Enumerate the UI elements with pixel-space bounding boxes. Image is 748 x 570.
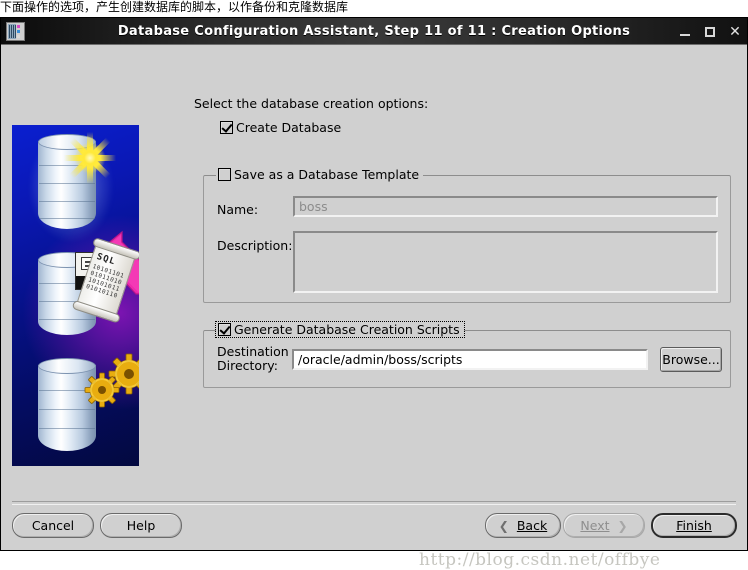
browse-button[interactable]: Browse... [660,347,722,372]
template-description-label: Description: [217,238,293,253]
page-top-note: 下面操作的选项，产生创建数据库的脚本，以作备份和克隆数据库 [0,0,748,16]
db-ring [39,319,95,320]
chevron-left-icon: ❮ [498,518,509,533]
window-body: SQL 10101101010110101010101101010110 Sel… [1,45,747,570]
destination-directory-label-line1: Destination [217,344,289,359]
db-ring [39,218,95,219]
db-ring [39,201,95,202]
help-button[interactable]: Help [100,513,182,538]
watermark-text: http://blog.csdn.net/offbye [419,550,661,570]
template-name-input[interactable]: boss [293,196,718,217]
back-button[interactable]: ❮ Back [485,513,561,538]
maximize-icon[interactable] [704,26,716,38]
finish-button[interactable]: Finish [651,513,737,538]
database-app-icon [6,22,25,41]
save-as-template-label: Save as a Database Template [234,167,420,182]
generate-scripts-title-row[interactable]: Generate Database Creation Scripts [215,321,465,338]
finish-button-label: Finish [676,518,712,533]
destination-directory-input[interactable]: /oracle/admin/boss/scripts [292,349,648,370]
save-as-template-checkbox[interactable] [218,168,231,181]
template-description-input[interactable] [293,231,718,293]
create-database-label: Create Database [236,120,342,135]
cancel-button[interactable]: Cancel [12,513,94,538]
save-as-template-title-row[interactable]: Save as a Database Template [216,167,424,182]
footer-separator [12,501,736,505]
template-name-label: Name: [217,202,259,217]
destination-directory-label-line2: Directory: [217,358,278,373]
db-ring [39,428,95,429]
page-instruction: Select the database creation options: [194,96,429,111]
create-database-checkbox-row[interactable]: Create Database [220,120,341,135]
database-creation-illustration: SQL 10101101010110101010101101010110 [12,125,139,466]
sql-scroll-icon: SQL 10101101010110101010101101010110 [71,237,139,324]
close-icon[interactable]: ✕ [729,25,741,39]
cancel-button-label: Cancel [31,518,75,533]
next-button-label: Next [580,518,610,533]
create-database-checkbox[interactable] [220,121,233,134]
window-controls: ✕ [679,18,741,45]
minimize-icon[interactable] [679,26,691,38]
next-button[interactable]: Next ❯ [563,513,645,538]
generate-scripts-checkbox[interactable] [218,323,231,336]
back-button-label: Back [516,518,548,533]
window-title: Database Configuration Assistant, Step 1… [117,23,631,39]
chevron-right-icon: ❯ [617,518,628,533]
window-titlebar[interactable]: Database Configuration Assistant, Step 1… [1,18,747,45]
generate-scripts-label: Generate Database Creation Scripts [234,322,460,337]
destination-directory-label: Destination Directory: [217,345,289,373]
generate-scripts-group: Generate Database Creation Scripts Desti… [203,321,731,388]
gear-small-icon [84,372,120,412]
dbca-window: Database Configuration Assistant, Step 1… [0,17,748,570]
help-button-label: Help [126,518,156,533]
save-as-template-group: Save as a Database Template Name: boss D… [203,167,731,303]
